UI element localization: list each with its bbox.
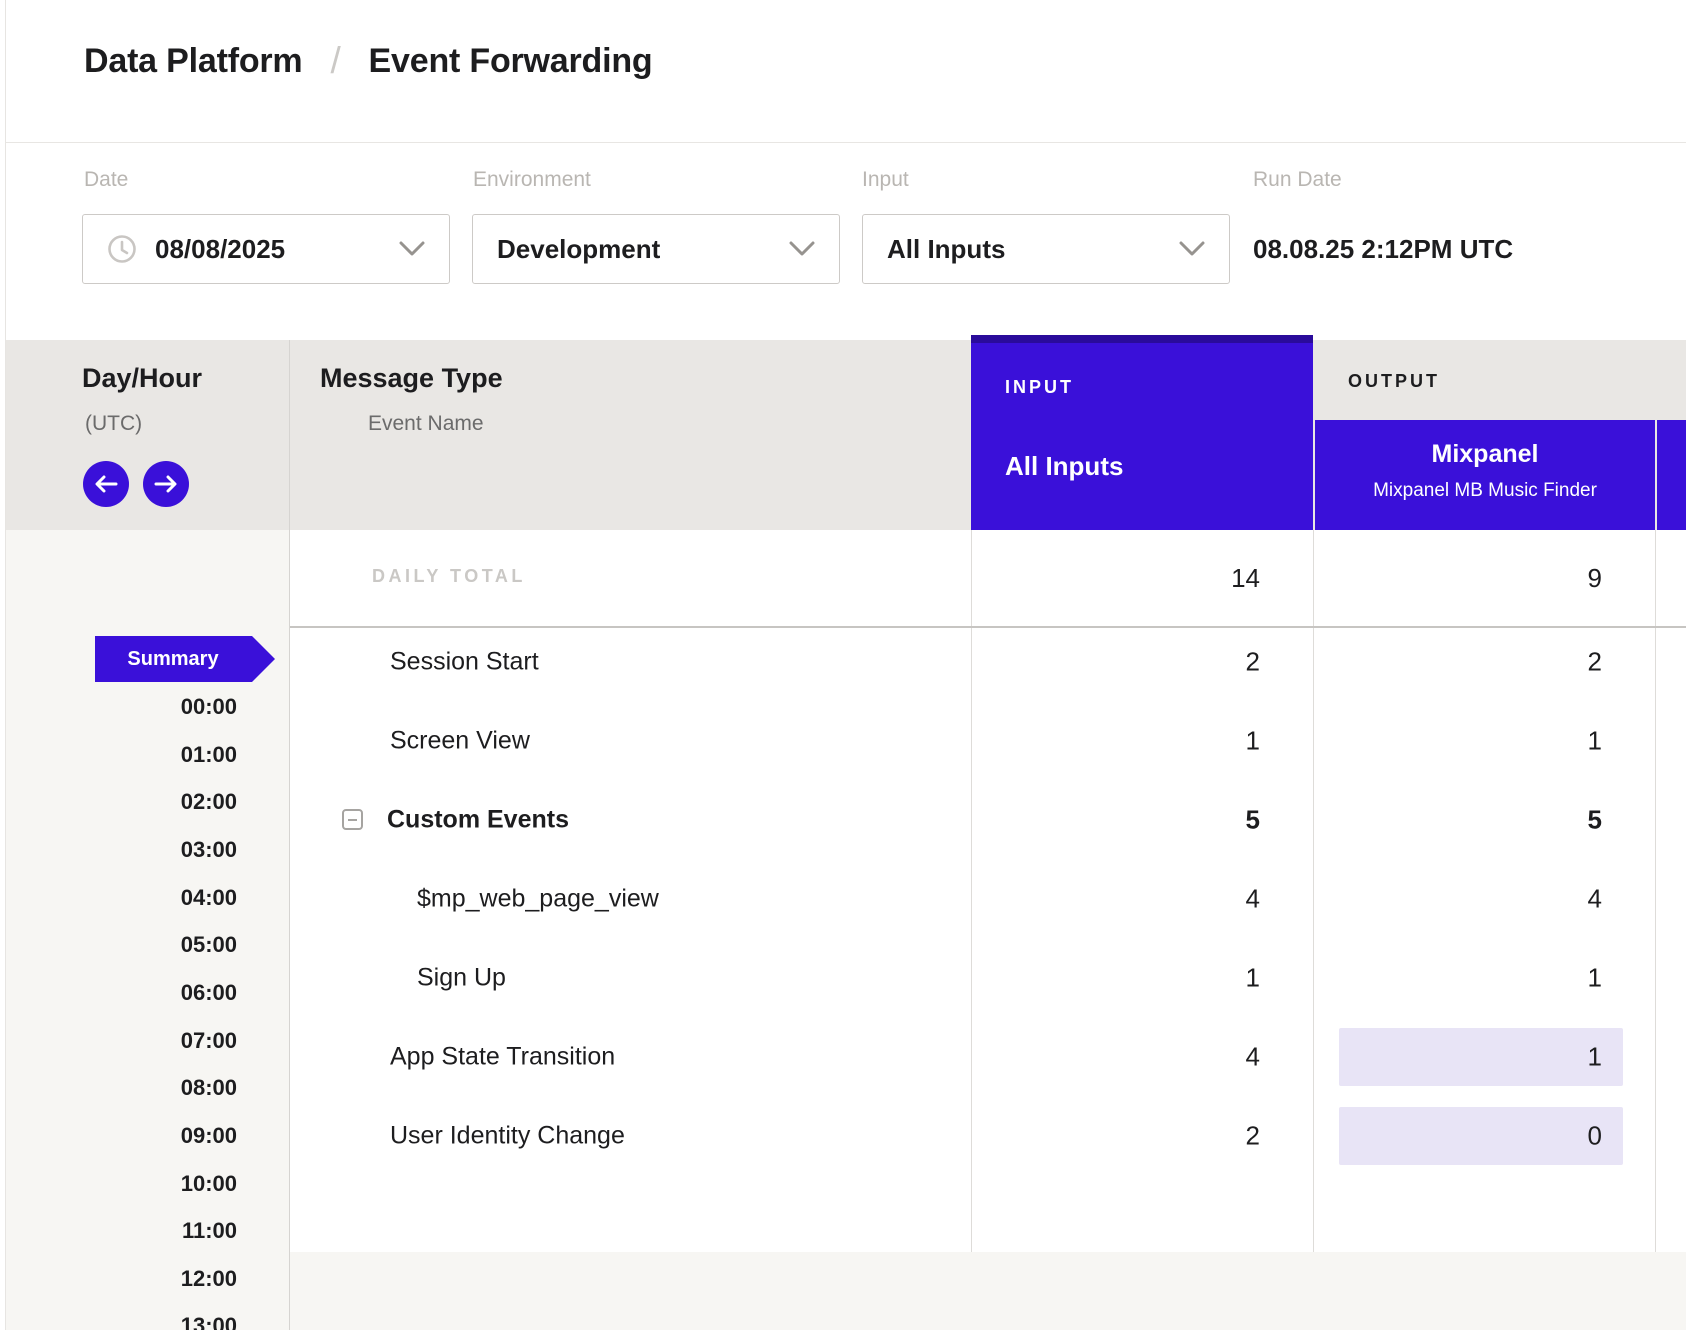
hour-label[interactable]: 12:00 [0, 1266, 237, 1292]
environment-dropdown[interactable]: Development [472, 214, 840, 284]
daily-total-label: DAILY TOTAL [372, 566, 526, 587]
output-subtitle: Mixpanel MB Music Finder [1315, 480, 1655, 502]
breadcrumb-section[interactable]: Data Platform [84, 42, 302, 81]
table-row: User Identity Change 2 0 [0, 1097, 1686, 1175]
output-count: 1 [1313, 1042, 1602, 1073]
input-dropdown[interactable]: All Inputs [862, 214, 1230, 284]
page-title: Event Forwarding [369, 42, 653, 81]
message-type-column-subtitle: Event Name [368, 412, 484, 436]
event-name: Custom Events [387, 806, 569, 835]
output-column-header-partial [1657, 420, 1686, 530]
event-name: User Identity Change [390, 1122, 625, 1151]
table-row: Custom Events 5 5 [0, 781, 1686, 859]
event-name: Sign Up [417, 964, 506, 993]
run-date-value: 08.08.25 2:12PM UTC [1253, 214, 1513, 284]
event-name: Session Start [390, 648, 539, 677]
output-name: Mixpanel [1315, 440, 1655, 469]
table-row: $mp_web_page_view 4 4 [0, 860, 1686, 938]
input-section-label: INPUT [1005, 377, 1074, 398]
output-count: 5 [1313, 805, 1602, 836]
input-column-header[interactable]: INPUT All Inputs [971, 335, 1313, 530]
event-name: App State Transition [390, 1043, 615, 1072]
date-value: 08/08/2025 [155, 234, 285, 265]
input-count: 4 [971, 884, 1260, 915]
day-hour-column-title: Day/Hour [82, 363, 202, 394]
event-name: $mp_web_page_view [417, 885, 659, 914]
input-count: 1 [971, 726, 1260, 757]
table-row: Sign Up 1 1 [0, 939, 1686, 1017]
output-count: 1 [1313, 726, 1602, 757]
event-name: Screen View [390, 727, 530, 756]
input-count: 4 [971, 1042, 1260, 1073]
header-divider [6, 142, 1686, 143]
daily-total-input-value: 14 [971, 563, 1260, 594]
clock-icon [107, 234, 137, 264]
output-count: 0 [1313, 1121, 1602, 1152]
message-type-column-title: Message Type [320, 363, 503, 394]
hour-label[interactable]: 13:00 [0, 1313, 237, 1330]
day-hour-column-subtitle: (UTC) [85, 412, 142, 436]
input-column-header-strip [971, 335, 1313, 343]
input-count: 1 [971, 963, 1260, 994]
output-section-label: OUTPUT [1348, 371, 1440, 392]
output-count: 1 [1313, 963, 1602, 994]
chevron-down-icon [789, 241, 815, 257]
environment-value: Development [497, 234, 660, 265]
collapse-icon[interactable] [342, 809, 363, 830]
arrow-left-icon [94, 475, 118, 493]
table-row: Screen View 1 1 [0, 702, 1686, 780]
daily-total-output-value: 9 [1313, 563, 1602, 594]
output-column-header-mixpanel[interactable]: Mixpanel Mixpanel MB Music Finder [1315, 420, 1655, 530]
hour-label[interactable]: 11:00 [0, 1218, 237, 1244]
output-count: 2 [1313, 647, 1602, 678]
table-row: Session Start 2 2 [0, 623, 1686, 701]
breadcrumb-separator: / [330, 40, 340, 82]
input-count: 5 [971, 805, 1260, 836]
input-filter-label: Input [862, 168, 909, 192]
input-value: All Inputs [887, 234, 1005, 265]
next-day-button[interactable] [143, 461, 189, 507]
chevron-down-icon [399, 241, 425, 257]
table-row: App State Transition 4 1 [0, 1018, 1686, 1096]
date-filter-label: Date [84, 168, 128, 192]
input-column-name: All Inputs [1005, 451, 1123, 482]
table-footer-area [290, 1252, 1686, 1330]
date-dropdown[interactable]: 08/08/2025 [82, 214, 450, 284]
input-count: 2 [971, 1121, 1260, 1152]
arrow-right-icon [154, 475, 178, 493]
previous-day-button[interactable] [83, 461, 129, 507]
run-date-label: Run Date [1253, 168, 1342, 192]
input-count: 2 [971, 647, 1260, 678]
chevron-down-icon [1179, 241, 1205, 257]
breadcrumb: Data Platform / Event Forwarding [84, 40, 653, 82]
event-forwarding-page: Data Platform / Event Forwarding Date En… [0, 0, 1686, 1330]
output-count: 4 [1313, 884, 1602, 915]
environment-filter-label: Environment [473, 168, 591, 192]
